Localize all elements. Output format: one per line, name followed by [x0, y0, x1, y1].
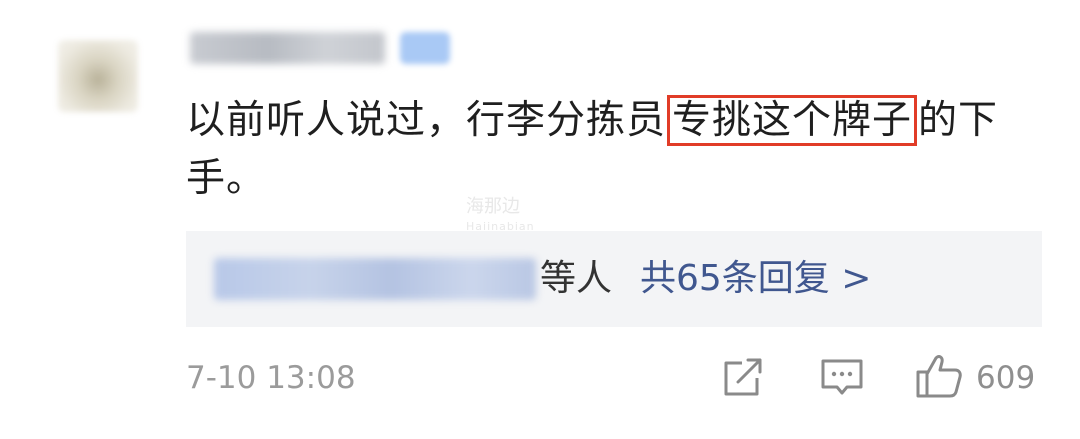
comment-icon[interactable]	[818, 356, 866, 400]
user-badge	[400, 32, 450, 64]
share-icon[interactable]	[718, 356, 766, 400]
reply-names-blurred	[214, 258, 536, 300]
comment-text-before: 以前听人说过，行李分拣员	[186, 98, 667, 143]
view-replies-link[interactable]: 共65条回复 >	[640, 255, 871, 303]
avatar[interactable]	[58, 40, 138, 112]
watermark-text: 海那边	[466, 196, 520, 217]
highlighted-phrase: 专挑这个牌子	[667, 95, 918, 146]
username-blurred[interactable]	[190, 32, 385, 64]
thumbs-up-icon[interactable]	[914, 352, 964, 400]
reply-suffix: 等人	[540, 258, 613, 299]
timestamp: 7-10 13:08	[186, 360, 356, 396]
like-count: 609	[976, 360, 1036, 396]
comment-text: 以前听人说过，行李分拣员 专挑这个牌子 的下手。	[186, 92, 1026, 208]
